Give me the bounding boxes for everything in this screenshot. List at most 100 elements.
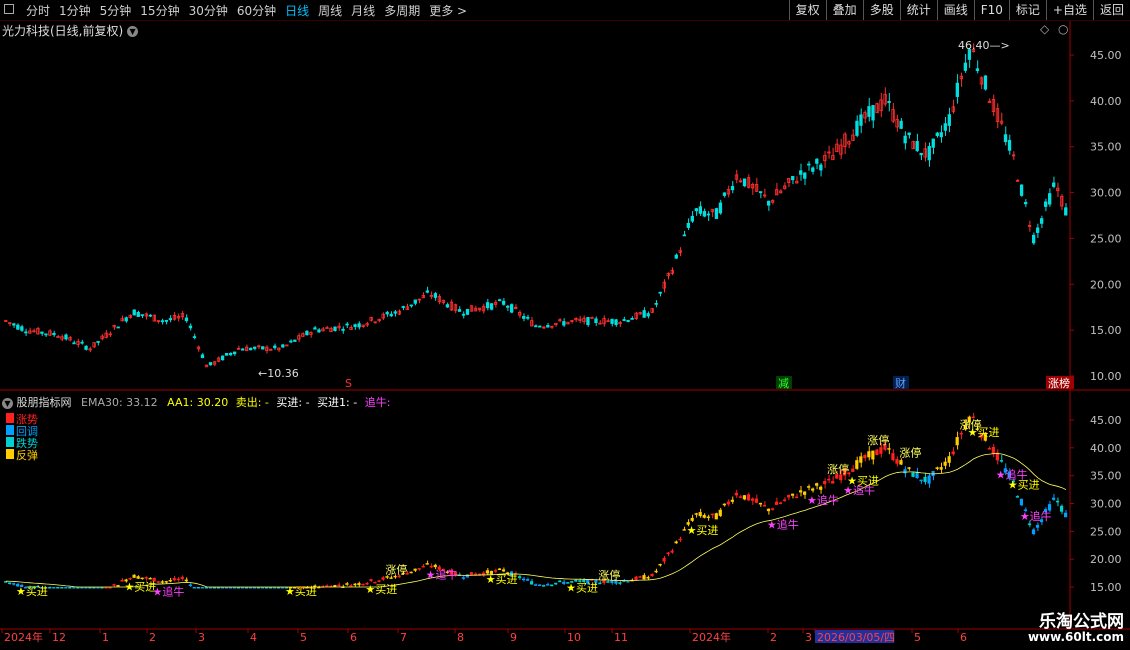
candle-body <box>526 316 530 319</box>
candle-body <box>935 132 939 137</box>
tab-1[interactable]: 1分钟 <box>59 2 91 19</box>
toolbar-button-4[interactable]: 画线 <box>936 0 974 20</box>
window-menu-icon[interactable] <box>4 4 14 14</box>
tab-6[interactable]: 日线 <box>285 2 309 19</box>
indicator-candle <box>807 486 811 488</box>
indicator-candle <box>722 503 726 506</box>
indicator-title: 股朋指标网 <box>16 396 72 409</box>
indicator-candle <box>851 468 855 472</box>
tab-4[interactable]: 30分钟 <box>189 2 228 19</box>
tab-10[interactable]: 更多 > <box>429 2 467 19</box>
toolbar-button-1[interactable]: 叠加 <box>825 0 863 20</box>
candle-body <box>357 323 361 328</box>
indicator-candle <box>626 581 630 583</box>
tab-7[interactable]: 周线 <box>318 2 342 19</box>
candle-body <box>730 186 735 191</box>
candle-body <box>1039 218 1044 224</box>
toolbar-buttons: 复权 叠加 多股 统计 画线 F10 标记 +自选 返回 <box>788 0 1130 20</box>
indicator-candle <box>48 587 52 589</box>
indicator-candle <box>525 579 530 581</box>
toolbar-button-2[interactable]: 多股 <box>862 0 900 20</box>
time-label: 7 <box>400 631 407 644</box>
indicator-candle <box>762 504 767 507</box>
indicator-candle <box>907 467 911 469</box>
candle-body <box>1007 139 1012 151</box>
toolbar-button-7[interactable]: +自选 <box>1045 0 1093 20</box>
tab-2[interactable]: 5分钟 <box>100 2 132 19</box>
indicator-candle <box>634 576 638 580</box>
buy-value: 买进: - <box>276 396 310 409</box>
indicator-candle <box>690 517 694 521</box>
toolbar-button-6[interactable]: 标记 <box>1008 0 1046 20</box>
indicator-candle <box>694 513 698 515</box>
toolbar-button-0[interactable]: 复权 <box>788 0 826 20</box>
indicator-header: ▼ 股朋指标网 EMA30: 33.12 AA1: 30.20 卖出: - 买进… <box>2 394 390 410</box>
indicator-candle <box>939 467 943 470</box>
candle-body <box>702 211 707 217</box>
indicator-candle <box>650 573 654 577</box>
candle-body <box>457 309 462 312</box>
indicator-candle <box>999 460 1003 462</box>
diamond-icon[interactable]: ◇ <box>1040 22 1049 36</box>
kline-chart[interactable]: 45.00 40.00 35.00 30.00 25.00 20.00 15.00 10.00… <box>0 21 1130 650</box>
candle-body <box>534 325 538 328</box>
candle-body <box>220 355 225 361</box>
candle-body <box>654 302 658 305</box>
candle-body <box>188 325 193 329</box>
indicator-candle <box>827 478 831 481</box>
toolbar-button-5[interactable]: F10 <box>973 0 1009 20</box>
indicator-candle <box>790 493 795 496</box>
candle-body <box>919 152 923 156</box>
indicator-candle <box>60 587 64 589</box>
time-label: 2 <box>770 631 777 644</box>
indicator-candle <box>734 492 738 496</box>
indicator-dropdown-icon[interactable]: ▼ <box>2 397 13 409</box>
toolbar-button-3[interactable]: 统计 <box>899 0 937 20</box>
indicator-candle <box>389 577 393 579</box>
aa1-value: AA1: 30.20 <box>167 396 229 409</box>
high-price-label: 46.40—> <box>958 39 1010 52</box>
indicator-price-label: 20.00 <box>1090 553 1122 566</box>
candle-body <box>706 213 711 216</box>
candle-body <box>168 318 173 321</box>
candle-body <box>610 318 614 324</box>
indicator-candle <box>831 480 835 484</box>
candle-body <box>208 362 213 366</box>
tab-0[interactable]: 分时 <box>26 2 50 19</box>
indicator-candle <box>758 502 763 505</box>
indicator-candle <box>465 574 469 578</box>
candle-body <box>614 319 618 326</box>
candle-body <box>694 208 699 212</box>
tab-5[interactable]: 60分钟 <box>237 2 276 19</box>
candle-body <box>907 132 911 136</box>
indicator-candle <box>172 578 176 581</box>
candle-body <box>345 323 349 326</box>
indicator-candle <box>955 437 959 446</box>
indicator-candle <box>533 584 538 586</box>
candle-body <box>1044 201 1048 207</box>
tab-3[interactable]: 15分钟 <box>140 2 179 19</box>
time-label: 10 <box>567 631 581 644</box>
candle-body <box>646 313 650 317</box>
time-label: 3 <box>198 631 205 644</box>
limit-up-signal: 涨停 <box>899 445 921 459</box>
candle-body <box>80 341 84 344</box>
indicator-candle <box>891 453 895 461</box>
candle-body <box>819 164 823 171</box>
indicator-candle <box>501 569 506 572</box>
settings-circle-icon[interactable]: ○ <box>1058 22 1068 36</box>
candle-body <box>1048 193 1052 205</box>
toolbar-button-8[interactable]: 返回 <box>1092 0 1130 20</box>
candle-body <box>807 163 811 166</box>
indicator-candle <box>714 513 718 520</box>
candle-body <box>590 317 594 319</box>
indicator-candle <box>493 570 498 572</box>
tab-8[interactable]: 月线 <box>351 2 375 19</box>
title-dropdown-icon[interactable]: ▼ <box>127 26 139 37</box>
candle-body <box>64 334 68 340</box>
indicator-candle <box>730 499 734 502</box>
tab-9[interactable]: 多周期 <box>384 2 420 19</box>
indicator-candle <box>56 587 60 589</box>
limit-up-signal: 涨停 <box>385 562 407 576</box>
legend-swatch <box>6 449 14 459</box>
